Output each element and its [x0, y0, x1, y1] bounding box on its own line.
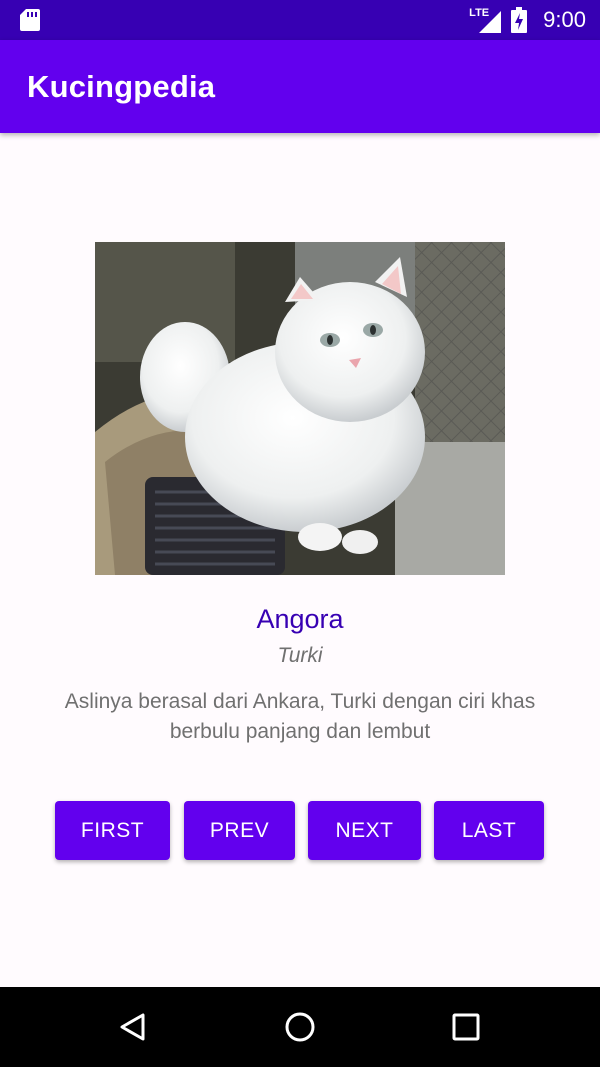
sd-card-icon: [20, 9, 40, 31]
last-button[interactable]: LAST: [434, 801, 544, 860]
recents-icon[interactable]: [446, 1007, 486, 1047]
signal-icon: [479, 11, 502, 33]
app-bar: Kucingpedia: [0, 40, 600, 133]
back-icon[interactable]: [113, 1007, 153, 1047]
clock-time: 9:00: [543, 7, 586, 32]
home-icon[interactable]: [280, 1007, 320, 1047]
cat-description: Aslinya berasal dari Ankara, Turki denga…: [64, 690, 536, 743]
first-button[interactable]: FIRST: [55, 801, 170, 860]
cat-name: Angora: [256, 604, 344, 634]
cat-origin: Turki: [277, 644, 323, 667]
app-title: Kucingpedia: [27, 68, 216, 104]
prev-button[interactable]: PREV: [184, 801, 295, 860]
cat-photo: [95, 242, 505, 575]
battery-charging-icon: [511, 7, 528, 33]
next-button[interactable]: NEXT: [308, 801, 421, 860]
status-bar: LTE 9:00: [0, 0, 600, 40]
navigation-bar: [0, 987, 600, 1067]
